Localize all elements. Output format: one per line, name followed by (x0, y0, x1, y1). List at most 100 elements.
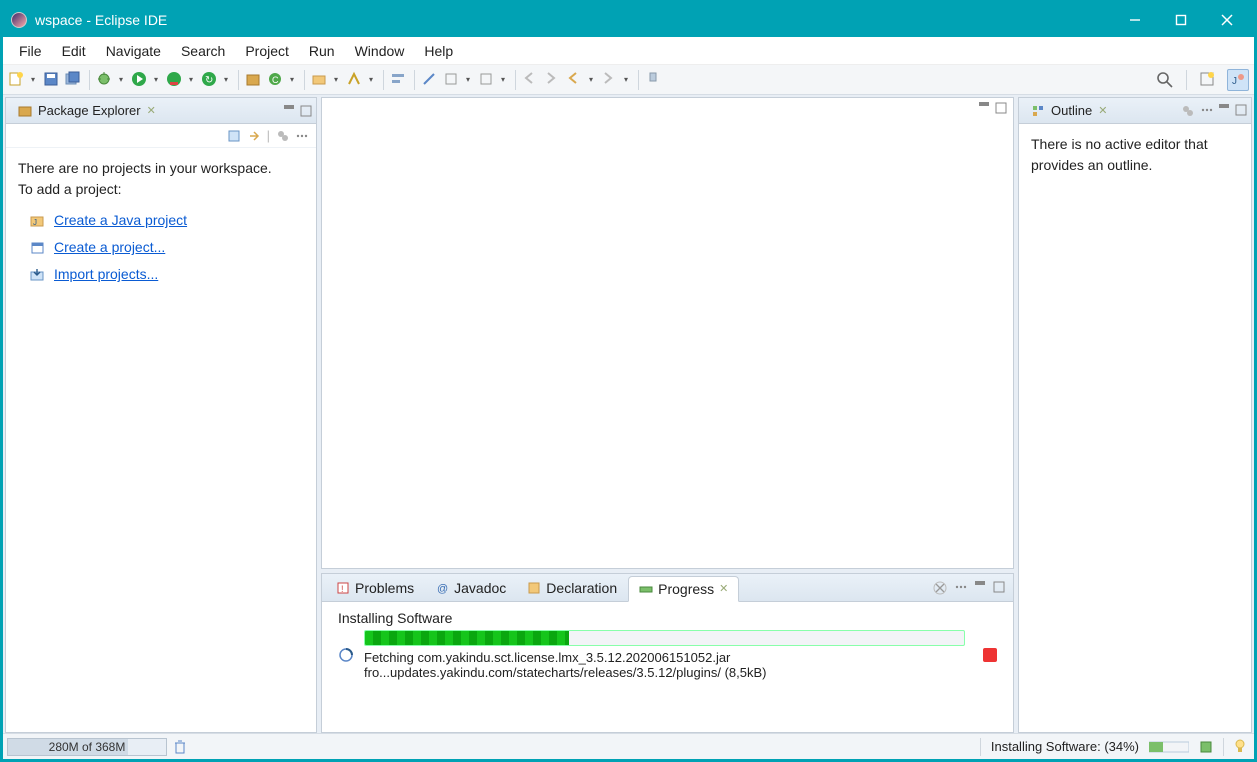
search-button-tb[interactable] (346, 71, 364, 89)
svg-text:C: C (272, 75, 279, 85)
statusbar: 280M of 368M Installing Software: (34%) (3, 733, 1254, 759)
outline-view: Outline ✕ There is no active editor that… (1018, 97, 1252, 733)
eclipse-icon (11, 12, 27, 28)
bottom-view-menu-icon[interactable] (955, 581, 967, 595)
next-annotation-button[interactable] (443, 71, 461, 89)
import-projects-link[interactable]: Import projects... (54, 264, 158, 285)
toolbar-separator (515, 70, 516, 90)
java-perspective-button[interactable]: J (1227, 69, 1249, 91)
back-button[interactable] (566, 71, 584, 89)
progress-view-body: Installing Software Fetching com.yakindu… (322, 602, 1013, 688)
close-tab-icon[interactable]: ✕ (147, 104, 156, 117)
minimize-editor-icon[interactable] (979, 102, 989, 106)
maximize-view-icon[interactable] (300, 105, 312, 117)
heap-status[interactable]: 280M of 368M (7, 738, 167, 756)
menu-run[interactable]: Run (299, 39, 345, 63)
close-button[interactable] (1204, 5, 1250, 35)
close-progress-tab-icon[interactable]: ✕ (719, 582, 728, 595)
progress-tab-label: Progress (658, 581, 714, 597)
package-explorer-tab[interactable]: Package Explorer ✕ (10, 100, 164, 121)
status-updates-icon[interactable] (1199, 740, 1213, 754)
maximize-button[interactable] (1158, 5, 1204, 35)
subtool-separator: | (267, 128, 270, 143)
open-perspective-button[interactable] (1199, 71, 1217, 89)
outline-view-menu-icon[interactable] (1201, 104, 1213, 118)
minimize-outline-icon[interactable] (1219, 104, 1229, 108)
focus-task-icon[interactable] (276, 129, 290, 143)
content-area: File Edit Navigate Search Project Run Wi… (3, 37, 1254, 759)
problems-tab[interactable]: ! Problems (326, 576, 425, 600)
declaration-tab[interactable]: Declaration (517, 576, 628, 600)
progress-detail-text: Fetching com.yakindu.sct.license.lmx_3.5… (364, 650, 965, 680)
progress-fill (365, 631, 569, 645)
outline-focus-icon[interactable] (1181, 104, 1195, 118)
collapse-all-icon[interactable] (227, 129, 241, 143)
toolbar-separator (414, 70, 415, 90)
menu-edit[interactable]: Edit (52, 39, 96, 63)
toolbar-separator (1186, 70, 1187, 90)
minimize-view-icon[interactable] (284, 105, 294, 109)
status-task-text: Installing Software: (34%) (991, 739, 1139, 754)
forward-history-button[interactable] (544, 71, 562, 89)
toolbar-separator (638, 70, 639, 90)
minimize-bottom-icon[interactable] (975, 581, 985, 585)
heap-status-text: 280M of 368M (49, 740, 126, 754)
maximize-editor-icon[interactable] (995, 102, 1007, 114)
outline-tab[interactable]: Outline ✕ (1023, 100, 1115, 121)
prev-annotation-button[interactable] (478, 71, 496, 89)
close-outline-tab-icon[interactable]: ✕ (1098, 104, 1107, 117)
quick-access-search-icon[interactable] (1156, 71, 1174, 89)
clear-finished-icon[interactable] (933, 581, 947, 595)
tip-icon[interactable] (1234, 739, 1246, 755)
link-editor-icon[interactable] (247, 129, 261, 143)
eclipse-window: wspace - Eclipse IDE File Edit Navigate … (0, 0, 1257, 762)
menu-search[interactable]: Search (171, 39, 235, 63)
create-java-project-link[interactable]: Create a Java project (54, 210, 187, 231)
maximize-outline-icon[interactable] (1235, 104, 1247, 118)
javadoc-icon: @ (435, 581, 449, 595)
status-progress-mini[interactable] (1149, 741, 1189, 753)
package-explorer-view: Package Explorer ✕ | (5, 97, 317, 733)
run-button[interactable] (131, 71, 149, 89)
menu-window[interactable]: Window (345, 39, 415, 63)
forward-button[interactable] (601, 71, 619, 89)
toolbar-separator (304, 70, 305, 90)
view-menu-icon[interactable] (296, 130, 308, 142)
titlebar[interactable]: wspace - Eclipse IDE (3, 3, 1254, 37)
toggle-breadcrumb-button[interactable] (390, 71, 408, 89)
project-icon (30, 241, 46, 255)
window-title: wspace - Eclipse IDE (35, 12, 1112, 28)
pin-button[interactable] (645, 71, 663, 89)
pin-editor-button[interactable] (421, 71, 439, 89)
new-class-button[interactable]: C (267, 71, 285, 89)
gc-trash-icon[interactable] (173, 739, 187, 755)
new-button[interactable] (8, 71, 26, 89)
workbench-body: Package Explorer ✕ | (3, 95, 1254, 733)
progress-task-title: Installing Software (338, 610, 997, 626)
coverage-button[interactable] (166, 71, 184, 89)
open-type-button[interactable] (311, 71, 329, 89)
debug-button[interactable] (96, 71, 114, 89)
menu-project[interactable]: Project (235, 39, 299, 63)
package-explorer-tabbar: Package Explorer ✕ (6, 98, 316, 124)
javadoc-tab[interactable]: @ Javadoc (425, 576, 517, 600)
menu-navigate[interactable]: Navigate (96, 39, 171, 63)
status-separator (1223, 738, 1224, 756)
save-all-button[interactable] (65, 71, 83, 89)
save-button[interactable] (43, 71, 61, 89)
menu-file[interactable]: File (9, 39, 52, 63)
toolbar-separator (383, 70, 384, 90)
run-last-button[interactable]: ↻ (201, 71, 219, 89)
package-icon (18, 104, 32, 118)
minimize-button[interactable] (1112, 5, 1158, 35)
maximize-bottom-icon[interactable] (993, 581, 1005, 595)
progress-tab[interactable]: Progress ✕ (628, 576, 739, 602)
new-package-button[interactable] (245, 71, 263, 89)
menu-help[interactable]: Help (414, 39, 463, 63)
right-column: Outline ✕ There is no active editor that… (1018, 97, 1252, 733)
stop-task-button[interactable] (983, 648, 997, 662)
add-project-text: To add a project: (18, 181, 122, 197)
editor-area[interactable] (321, 97, 1014, 569)
create-project-link[interactable]: Create a project... (54, 237, 165, 258)
back-history-button[interactable] (522, 71, 540, 89)
